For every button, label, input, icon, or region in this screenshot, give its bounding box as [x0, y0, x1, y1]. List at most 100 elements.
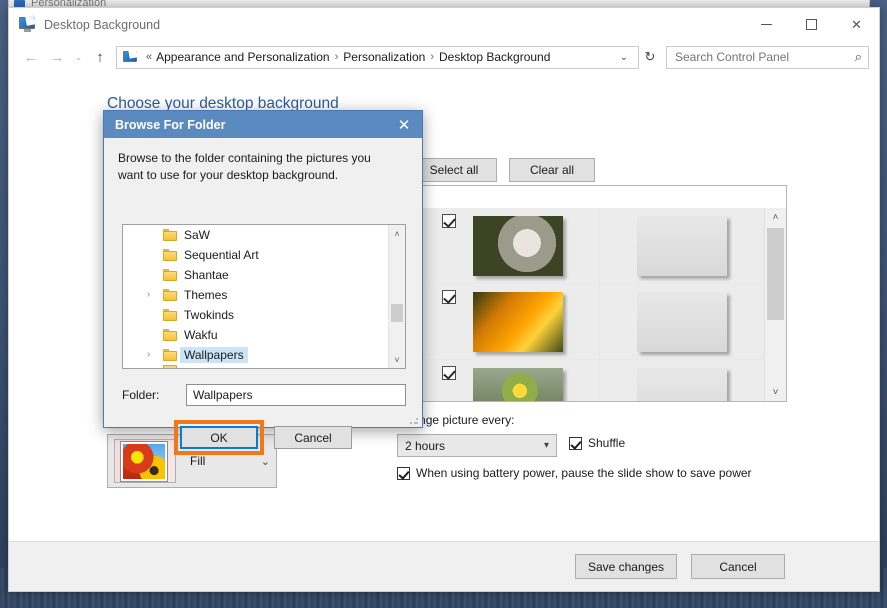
- maximize-icon: [806, 19, 817, 30]
- folder-input[interactable]: [186, 384, 406, 406]
- folder-tree-item[interactable]: Wakfu: [123, 325, 388, 345]
- folder-tree-item-label: Shantae: [184, 268, 229, 282]
- up-button[interactable]: ↑: [88, 45, 112, 69]
- scroll-down-icon[interactable]: ˅: [765, 383, 786, 401]
- folder-tree-item[interactable]: › Themes: [123, 285, 388, 305]
- thumbnail-cell[interactable]: [600, 360, 764, 401]
- folder-tree-item[interactable]: Shantae: [123, 265, 388, 285]
- folder-tree-item-label: Sequential Art: [184, 248, 259, 262]
- minimize-button[interactable]: [744, 8, 789, 41]
- folder-label: Folder:: [122, 388, 160, 402]
- expand-chevron-icon[interactable]: ›: [147, 289, 150, 300]
- folder-tree-item[interactable]: SaW: [123, 225, 388, 245]
- refresh-button[interactable]: ↻: [639, 46, 661, 69]
- window-controls: ✕: [744, 8, 879, 41]
- address-bar: ← → ⌄ ↑ « Appearance and Personalization…: [9, 41, 879, 73]
- navigation-buttons: ← → ⌄ ↑: [19, 45, 112, 69]
- thumbnail-cell[interactable]: [600, 284, 764, 360]
- picture-position-value: Fill: [190, 454, 206, 468]
- forward-button[interactable]: →: [45, 45, 69, 69]
- partial-thumb-right-1[interactable]: [636, 215, 727, 276]
- thumbnail-cell[interactable]: [600, 208, 764, 284]
- battery-pause-checkbox[interactable]: [397, 466, 410, 480]
- search-input[interactable]: [673, 49, 855, 65]
- battery-pause-label: When using battery power, pause the slid…: [416, 466, 752, 480]
- thumbnail-scrollbar[interactable]: ˄ ˅: [764, 208, 786, 401]
- maximize-button[interactable]: [789, 8, 834, 41]
- folder-tree-item-label: Themes: [184, 288, 228, 302]
- folder-tree-item-label: SaW: [184, 228, 211, 242]
- breadcrumb-overflow-icon[interactable]: «: [146, 51, 152, 63]
- shuffle-checkbox-row[interactable]: Shuffle: [569, 436, 625, 450]
- dialog-close-button[interactable]: ✕: [390, 111, 418, 138]
- folder-icon: [163, 229, 177, 241]
- thumbnail-checkbox[interactable]: [442, 290, 456, 304]
- folder-tree-item[interactable]: Sequential Art: [123, 245, 388, 265]
- scrollbar-thumb[interactable]: [391, 304, 403, 322]
- folder-icon: [163, 289, 177, 301]
- white-blossom-thumb[interactable]: [472, 215, 563, 276]
- chevron-down-icon: ⌄: [260, 455, 270, 468]
- folder-icon: [163, 365, 177, 368]
- partial-thumb-right-3[interactable]: [636, 367, 727, 401]
- chevron-down-icon[interactable]: ⌄: [614, 52, 634, 63]
- thumbnail-cell[interactable]: [436, 284, 600, 360]
- scroll-down-icon[interactable]: ˅: [389, 351, 405, 368]
- expand-chevron-icon[interactable]: ›: [147, 349, 150, 360]
- desktop-background-icon: [19, 15, 36, 32]
- breadcrumb-separator-icon: ›: [334, 51, 339, 63]
- ok-button[interactable]: OK: [180, 426, 258, 449]
- window-title: Desktop Background: [44, 17, 161, 32]
- partial-thumb-right-2[interactable]: [636, 291, 727, 352]
- save-changes-button[interactable]: Save changes: [574, 554, 677, 579]
- breadcrumb-item-2[interactable]: Desktop Background: [439, 50, 550, 64]
- dialog-title: Browse For Folder: [115, 117, 226, 132]
- shuffle-checkbox[interactable]: [569, 436, 582, 450]
- dialog-body: Browse to the folder containing the pict…: [104, 138, 422, 455]
- title-bar: Desktop Background ✕: [9, 8, 879, 41]
- back-button[interactable]: ←: [19, 45, 43, 69]
- battery-pause-checkbox-row[interactable]: When using battery power, pause the slid…: [397, 466, 752, 480]
- breadcrumb-separator-icon: ›: [430, 51, 434, 63]
- yellow-wildflower-thumb[interactable]: [472, 367, 563, 401]
- thumbnail-cell[interactable]: [436, 360, 600, 401]
- folder-icon: [163, 249, 177, 261]
- scroll-up-icon[interactable]: ˄: [765, 208, 786, 226]
- browse-for-folder-dialog: Browse For Folder ✕ Browse to the folder…: [103, 110, 423, 455]
- clear-all-button[interactable]: Clear all: [509, 158, 595, 182]
- folder-tree-item-label: Wallpapers: [180, 347, 248, 363]
- thumbnail-checkbox[interactable]: [442, 214, 456, 228]
- select-all-button[interactable]: Select all: [411, 158, 497, 182]
- folder-tree-item[interactable]: › Wallpapers: [123, 345, 388, 365]
- breadcrumb-item-0[interactable]: Appearance and Personalization: [156, 50, 329, 64]
- dialog-title-bar: Browse For Folder ✕: [104, 111, 422, 138]
- breadcrumb-item-1[interactable]: Personalization: [343, 50, 425, 64]
- resize-grip-icon[interactable]: [409, 415, 419, 425]
- search-icon: ⌕: [854, 49, 862, 64]
- folder-tree-item-partial[interactable]: [123, 365, 388, 368]
- thumbnail-checkbox[interactable]: [442, 366, 456, 380]
- search-box[interactable]: ⌕: [666, 45, 869, 69]
- folder-tree[interactable]: SaW Sequential Art Shantae › Themes Twokinds W…: [122, 224, 406, 369]
- close-button[interactable]: ✕: [834, 8, 879, 41]
- folder-tree-item-label: Wakfu: [184, 328, 218, 342]
- minimize-icon: [761, 24, 772, 25]
- ok-button-highlight: OK: [174, 420, 264, 455]
- folder-icon: [163, 269, 177, 281]
- cancel-button[interactable]: Cancel: [691, 554, 785, 579]
- folder-tree-item[interactable]: Twokinds: [123, 305, 388, 325]
- scrollbar-thumb[interactable]: [767, 228, 784, 320]
- dialog-cancel-button[interactable]: Cancel: [274, 426, 352, 449]
- folder-icon: [163, 349, 177, 361]
- folder-tree-scrollbar[interactable]: ˄ ˅: [388, 225, 405, 368]
- thumbnail-cell[interactable]: [436, 208, 600, 284]
- scroll-up-icon[interactable]: ˄: [389, 225, 405, 242]
- recent-locations-button[interactable]: ⌄: [71, 45, 86, 69]
- dialog-description: Browse to the folder containing the pict…: [118, 151, 371, 182]
- folder-icon: [163, 329, 177, 341]
- orange-poppy-thumb[interactable]: [472, 291, 563, 352]
- breadcrumb[interactable]: « Appearance and Personalization › Perso…: [116, 45, 639, 69]
- chevron-down-icon: ▾: [543, 440, 549, 451]
- folder-icon: [163, 309, 177, 321]
- dialog-buttons: OK Cancel: [104, 420, 422, 455]
